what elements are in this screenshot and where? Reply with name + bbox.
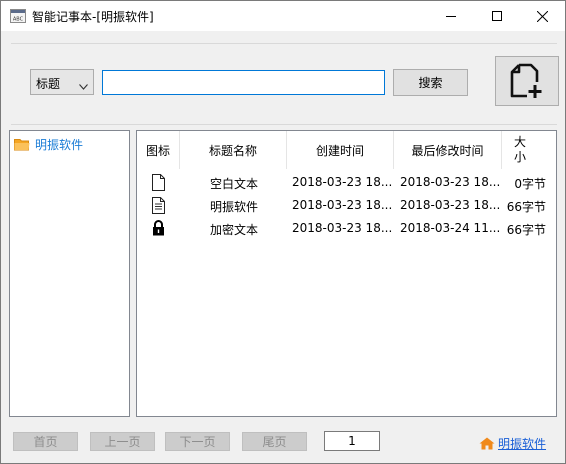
search-field-value: 标题 [36, 77, 61, 91]
row-created: 2018-03-23 18... [292, 175, 393, 189]
column-header-created[interactable]: 创建时间 [287, 131, 394, 169]
close-icon [536, 10, 548, 22]
maximize-icon [492, 11, 502, 21]
app-icon: ABC [10, 9, 26, 23]
lock-icon [152, 220, 165, 239]
table-row[interactable]: 加密文本 2018-03-23 18... 2018-03-24 11... 6… [137, 217, 556, 240]
search-field-select[interactable]: 标题 [30, 69, 94, 95]
chevron-down-icon [79, 79, 88, 93]
row-created: 2018-03-23 18... [292, 198, 393, 212]
row-title: 空白文本 [210, 177, 259, 191]
new-note-icon [510, 63, 542, 98]
text-document-icon [152, 197, 165, 217]
minimize-button[interactable] [428, 1, 474, 31]
tree-item-label: 明振软件 [35, 138, 84, 152]
category-tree: 明振软件 [9, 130, 130, 417]
row-modified: 2018-03-23 18... [400, 175, 501, 189]
home-link-text: 明振软件 [498, 437, 547, 451]
minimize-icon [446, 16, 456, 17]
blank-document-icon [152, 174, 165, 194]
row-modified: 2018-03-23 18... [400, 198, 501, 212]
row-title: 明振软件 [210, 200, 259, 214]
maximize-button[interactable] [474, 1, 520, 31]
row-created: 2018-03-23 18... [292, 221, 393, 235]
prev-page-button[interactable]: 上一页 [90, 432, 155, 451]
folder-icon [14, 139, 30, 151]
note-list: 图标 标题名称 创建时间 最后修改时间 大 小 空白文本 2018-03-23 … [136, 130, 557, 417]
title-bar: ABC 智能记事本-[明振软件] [1, 1, 565, 31]
row-size: 66字节 [506, 200, 546, 214]
close-button[interactable] [519, 1, 565, 31]
search-button[interactable]: 搜索 [393, 69, 468, 96]
home-icon [479, 437, 495, 450]
page-number-input[interactable] [324, 431, 380, 451]
new-note-button[interactable] [495, 56, 559, 106]
row-title: 加密文本 [210, 223, 259, 237]
table-row[interactable]: 空白文本 2018-03-23 18... 2018-03-23 18... 0… [137, 171, 556, 194]
search-input[interactable] [102, 70, 385, 95]
table-row[interactable]: 明振软件 2018-03-23 18... 2018-03-23 18... 6… [137, 194, 556, 217]
next-page-button[interactable]: 下一页 [165, 432, 230, 451]
last-page-button[interactable]: 尾页 [242, 432, 307, 451]
app-window: ABC 智能记事本-[明振软件] 标题 搜索 明振软件 图标 标题名称 创建时间… [0, 0, 566, 464]
first-page-button[interactable]: 首页 [13, 432, 78, 451]
home-link[interactable]: 明振软件 [479, 435, 546, 452]
window-title: 智能记事本-[明振软件] [32, 10, 154, 24]
tree-item-mingzhen[interactable]: 明振软件 [14, 136, 83, 153]
row-size: 66字节 [506, 223, 546, 237]
column-header-title[interactable]: 标题名称 [180, 131, 287, 169]
row-modified: 2018-03-24 11... [400, 221, 501, 235]
column-header-size[interactable]: 大 小 [502, 131, 557, 169]
column-header-icon[interactable]: 图标 [137, 131, 180, 169]
column-header-modified[interactable]: 最后修改时间 [394, 131, 502, 169]
row-size: 0字节 [514, 177, 546, 191]
svg-text:ABC: ABC [13, 17, 24, 23]
